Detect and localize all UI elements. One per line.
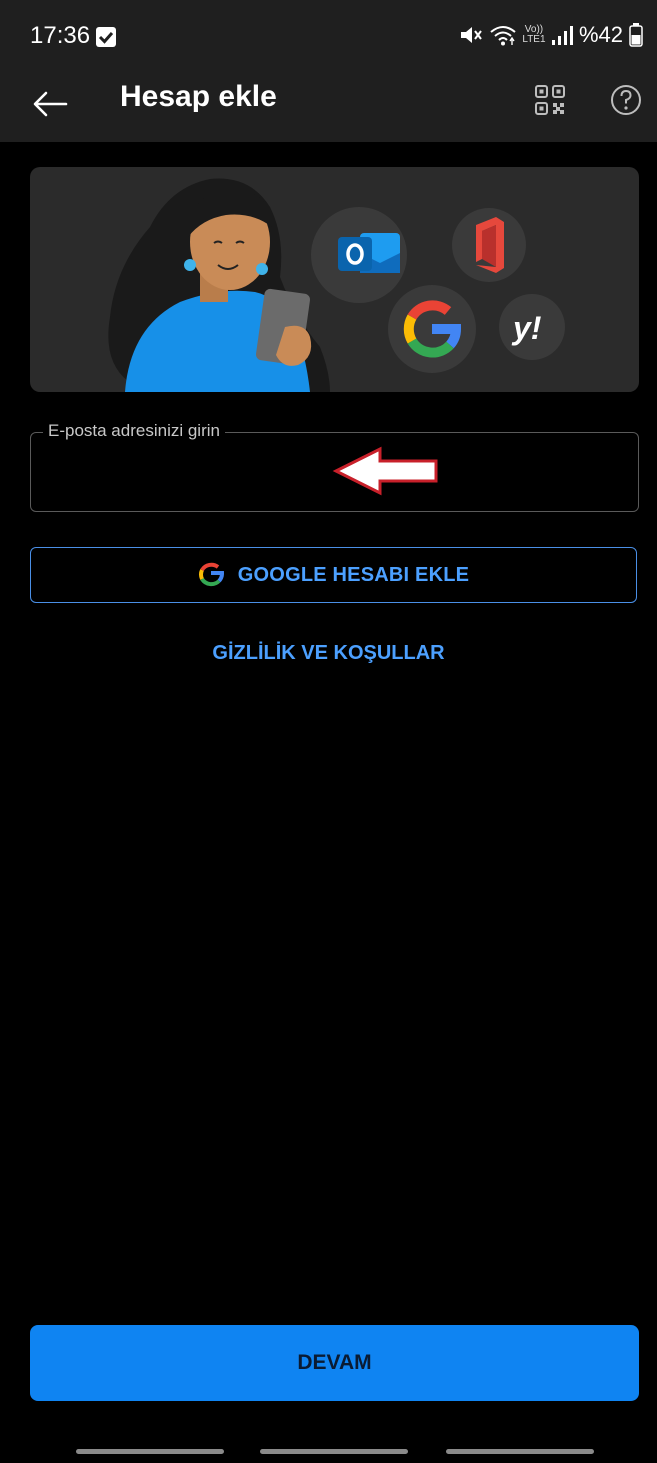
help-icon[interactable] <box>606 80 646 120</box>
mute-icon <box>460 27 482 43</box>
continue-button-label: DEVAM <box>297 1351 372 1374</box>
battery-icon <box>629 23 643 47</box>
office-icon <box>452 208 526 282</box>
yahoo-icon: y! <box>499 294 565 360</box>
navigation-bar <box>0 1440 657 1463</box>
status-icons: Vo)) LTE1 %42 <box>459 22 643 48</box>
nav-handle-center[interactable] <box>260 1449 408 1454</box>
privacy-terms-link[interactable]: GİZLİLİK VE KOŞULLAR <box>0 642 657 665</box>
checkbox-icon <box>96 27 116 47</box>
email-field-label: E-posta adresinizi girin <box>43 421 225 441</box>
lte-bottom-label: LTE1 <box>522 34 546 45</box>
battery-percentage: %42 <box>578 22 623 47</box>
nav-handle-right[interactable] <box>446 1449 594 1454</box>
add-google-account-button[interactable]: GOOGLE HESABI EKLE <box>30 547 637 603</box>
nav-handle-left[interactable] <box>76 1449 224 1454</box>
wifi-icon <box>490 26 516 46</box>
google-icon <box>198 562 224 587</box>
app-bar: Hesap ekle <box>0 66 657 142</box>
outlook-icon <box>311 207 407 303</box>
back-arrow-icon[interactable] <box>30 84 70 124</box>
lte-indicator: Vo)) LTE1 <box>522 25 546 45</box>
status-time: 17:36 <box>30 22 91 49</box>
page-title: Hesap ekle <box>120 80 277 113</box>
continue-button[interactable]: DEVAM <box>30 1325 639 1401</box>
google-button-label: GOOGLE HESABI EKLE <box>237 563 470 586</box>
status-bar: 17:36 Vo)) LTE1 %42 <box>0 0 657 66</box>
illustration-graphic: y! <box>108 178 565 392</box>
annotation-arrow-icon <box>332 446 438 496</box>
qr-code-icon[interactable] <box>530 80 570 120</box>
google-icon <box>388 285 476 373</box>
header-illustration: y! <box>30 167 639 392</box>
svg-text:y!: y! <box>511 310 542 346</box>
signal-icon <box>551 26 573 45</box>
